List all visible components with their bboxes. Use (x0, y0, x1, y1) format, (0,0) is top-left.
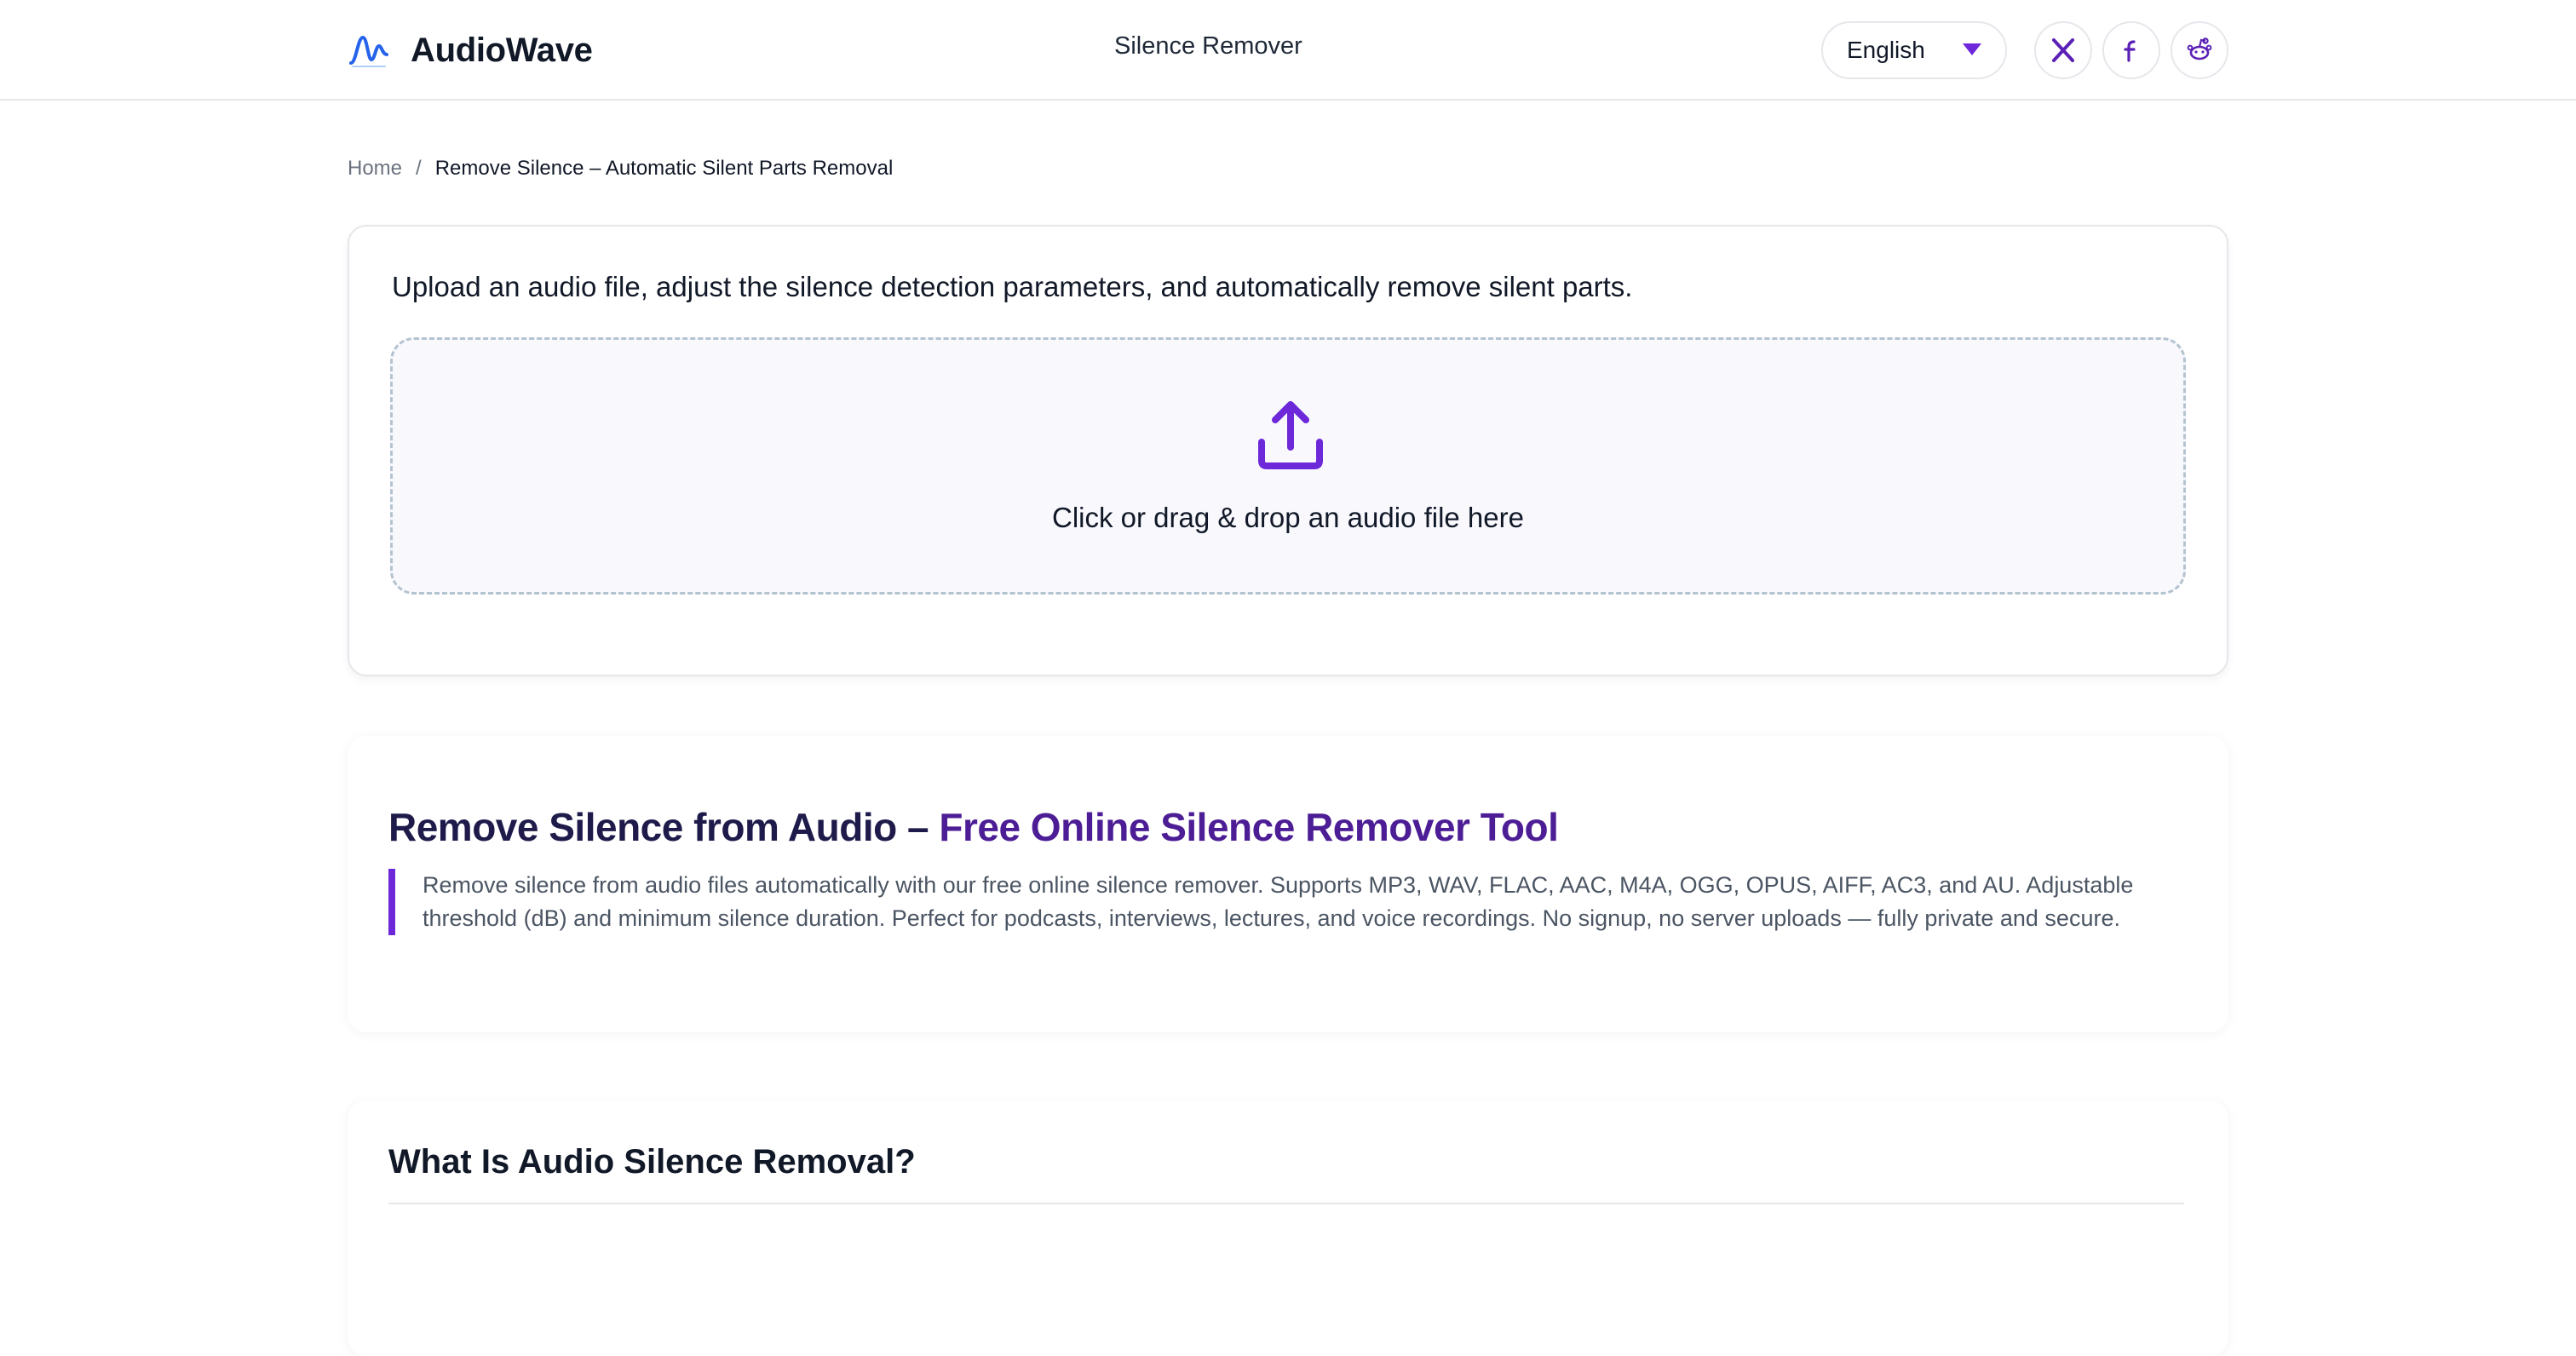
dropzone-text: Click or drag & drop an audio file here (1052, 502, 1524, 533)
file-dropzone[interactable]: Click or drag & drop an audio file here (390, 337, 2186, 595)
intro-title-main: Remove Silence from Audio – (388, 805, 940, 849)
chevron-down-icon (1963, 43, 1981, 55)
share-facebook-button[interactable] (2102, 21, 2160, 79)
brand-name: AudioWave (411, 31, 593, 69)
breadcrumb-current: Remove Silence – Automatic Silent Parts … (434, 157, 894, 180)
what-section: What Is Audio Silence Removal? (348, 1100, 2228, 1356)
breadcrumb: Home / Remove Silence – Automatic Silent… (348, 157, 893, 181)
share-x-button[interactable] (2034, 21, 2092, 79)
upload-card: Upload an audio file, adjust the silence… (348, 225, 2228, 676)
what-title: What Is Audio Silence Removal? (388, 1143, 916, 1181)
language-value: English (1847, 37, 1925, 63)
share-reddit-button[interactable] (2171, 21, 2228, 79)
intro-title-highlight: Free Online Silence Remover Tool (939, 805, 1559, 849)
x-icon (2052, 38, 2074, 62)
brand-logo[interactable]: AudioWave (348, 26, 593, 75)
breadcrumb-separator: / (416, 157, 422, 180)
upload-icon (1258, 401, 1323, 469)
intro-title: Remove Silence from Audio – Free Online … (388, 804, 1559, 850)
reddit-icon (2187, 37, 2212, 60)
intro-quote: Remove silence from audio files automati… (388, 869, 2211, 935)
site-header: AudioWave Silence Remover English (0, 0, 2576, 101)
section-divider (388, 1203, 2184, 1204)
audiowave-logo-icon (349, 35, 388, 67)
intro-section: Remove Silence from Audio – Free Online … (348, 736, 2228, 1032)
upload-description: Upload an audio file, adjust the silence… (392, 271, 1633, 302)
breadcrumb-home-link[interactable]: Home (348, 157, 402, 181)
nav-title[interactable]: Silence Remover (1114, 32, 1302, 60)
language-select[interactable]: English (1821, 21, 2007, 79)
facebook-icon (2124, 40, 2136, 62)
